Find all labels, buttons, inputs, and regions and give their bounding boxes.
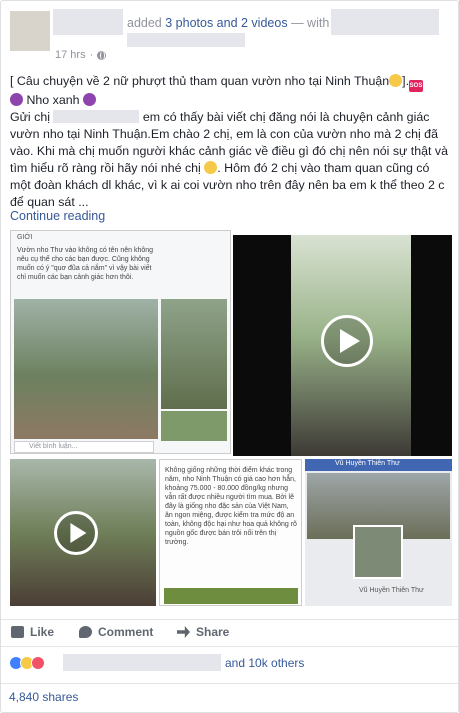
- comment-box[interactable]: Viết bình luận...: [14, 441, 154, 453]
- vineyard-photo: [14, 299, 158, 439]
- post-line-2: Nho xanh: [26, 93, 80, 107]
- shares-count-link[interactable]: 4,840 shares: [9, 690, 78, 704]
- post-text: [ Câu chuyện về 2 nữ phượt thủ tham quan…: [10, 73, 450, 211]
- shares-row: 4,840 shares: [1, 683, 459, 710]
- grape-emoji-icon: [10, 93, 23, 106]
- photo-profile-screenshot[interactable]: Vũ Huyền Thiên Thư Vũ Huyền Thiên Thư: [305, 459, 452, 606]
- reactor-names-redacted[interactable]: [63, 654, 221, 671]
- grapes-photo: [164, 588, 298, 604]
- author-name-redacted[interactable]: [53, 9, 123, 35]
- share-label: Share: [196, 625, 230, 639]
- comment-icon: [79, 626, 92, 638]
- video-1[interactable]: [233, 235, 452, 456]
- smile-emoji-icon-2: [204, 161, 218, 174]
- profile-name: Vũ Huyền Thiên Thư: [335, 460, 400, 467]
- sos-emoji-icon: SOS: [409, 80, 424, 92]
- action-bar: Like Comment Share: [1, 619, 459, 647]
- thumbs-up-icon: [11, 626, 24, 638]
- doc2-text: Không giống những thời điểm khác trong n…: [165, 467, 297, 546]
- post-meta: 17 hrs ·: [55, 49, 107, 61]
- comment-button[interactable]: Comment: [79, 625, 153, 639]
- play-icon-2[interactable]: [54, 511, 98, 555]
- doc1-text: Vườn nho Thư vào không có tên nên không …: [17, 247, 154, 281]
- grape-emoji-icon-2: [82, 93, 96, 106]
- like-button[interactable]: Like: [11, 625, 54, 639]
- video-2[interactable]: [10, 459, 156, 606]
- tagged-name-redacted-2[interactable]: [127, 33, 245, 47]
- post-line-1: [ Câu chuyện về 2 nữ phượt thủ tham quan…: [10, 74, 390, 88]
- photos-videos-link[interactable]: 3 photos and 2 videos: [165, 16, 287, 30]
- meta-separator: ·: [89, 49, 94, 61]
- reaction-icons[interactable]: [9, 654, 45, 672]
- comment-label: Comment: [98, 625, 154, 639]
- vineyard-photo-2: [161, 299, 227, 409]
- tagged-name-redacted[interactable]: [331, 9, 439, 35]
- action-prefix: added: [127, 16, 162, 30]
- globe-icon[interactable]: [97, 50, 107, 60]
- comment-placeholder: Viết bình luận...: [29, 443, 78, 450]
- post-header: added 3 photos and 2 videos — with: [127, 16, 329, 30]
- doc1-label: GIỚI: [17, 234, 33, 241]
- vineyard-photo-3: [161, 411, 227, 441]
- love-reaction-icon: [31, 656, 45, 670]
- profile-caption: Vũ Huyền Thiên Thư: [359, 587, 424, 594]
- post-time[interactable]: 17 hrs: [55, 49, 86, 61]
- share-icon: [177, 626, 190, 638]
- like-label: Like: [30, 625, 55, 639]
- continue-reading-link[interactable]: Continue reading: [10, 209, 105, 223]
- share-button[interactable]: Share: [177, 625, 229, 639]
- profile-picture: [353, 525, 403, 579]
- post-card: added 3 photos and 2 videos — with 17 hr…: [0, 0, 459, 713]
- photo-screenshot-1[interactable]: GIỚI Vườn nho Thư vào không có tên nên k…: [10, 230, 231, 454]
- avatar[interactable]: [10, 11, 50, 51]
- mentioned-name-redacted[interactable]: [53, 110, 140, 123]
- smile-emoji-icon: [389, 74, 403, 87]
- reaction-count-link[interactable]: and 10k others: [225, 656, 304, 670]
- greeting: Gửi chị: [10, 110, 50, 124]
- with-label: — with: [291, 16, 330, 30]
- post-line-1-end: ].: [402, 74, 410, 88]
- photo-article-screenshot[interactable]: Không giống những thời điểm khác trong n…: [159, 459, 302, 606]
- play-icon[interactable]: [321, 315, 373, 367]
